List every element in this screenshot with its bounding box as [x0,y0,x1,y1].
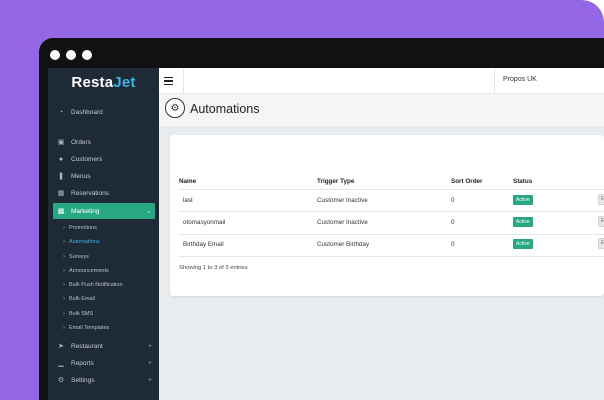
row-divider [178,234,604,235]
submenu-item-bulk-sms[interactable]: › Bulk SMS [63,308,93,320]
row-divider [178,211,604,212]
row-divider [178,256,604,257]
automations-card: Name Trigger Type Sort Order Status last… [170,135,604,296]
submenu-item-surveys[interactable]: › Surveys [63,251,89,263]
chevron-right-icon: › [63,296,65,302]
sidebar-item-label: Reservations [71,189,109,197]
cell-name: last [183,197,193,204]
sidebar-item-label: Menus [71,172,91,180]
edit-button[interactable]: E [598,216,604,227]
pagination-info: Showing 1 to 3 of 3 entries [179,265,248,271]
submenu-item-label: Bulk SMS [69,311,94,317]
brand-part-resta: Resta [71,73,114,91]
divider [183,68,184,94]
sidebar-item-reservations[interactable]: ▦ Reservations [48,185,159,201]
sidebar-item-label: Marketing [71,207,100,215]
sidebar-item-dashboard[interactable]: ◔ Dashboard [48,104,159,120]
column-header-trigger-type[interactable]: Trigger Type [317,178,354,185]
chevron-right-icon: › [63,325,65,331]
status-badge: Active [513,239,533,249]
sidebar-item-customers[interactable]: ● Customers [48,151,159,167]
window-dot [50,50,60,60]
calendar-icon: ▦ [57,190,65,197]
status-badge: Active [513,195,533,205]
plus-icon: + [147,376,152,384]
column-header-name[interactable]: Name [179,178,196,185]
submenu-item-label: Email Templates [69,325,110,331]
window-dot [66,50,76,60]
hamburger-menu-icon[interactable] [164,74,178,88]
column-header-sort-order[interactable]: Sort Order [451,178,483,185]
divider [494,68,495,94]
gear-icon: ⚙ [57,377,65,384]
chevron-right-icon: › [63,225,65,231]
submenu-item-label: Bulk Email [69,296,95,302]
brand-part-jet: Jet [113,73,136,91]
sidebar-item-settings[interactable]: ⚙ Settings + [48,372,159,388]
chevron-right-icon: › [63,282,65,288]
cutlery-icon: ❚ [58,173,64,180]
chevron-right-icon: › [63,268,65,274]
page-header: ⚙ Automations [159,94,604,126]
sidebar-item-orders[interactable]: ▣ Orders [48,134,159,150]
chevron-right-icon: › [63,311,65,317]
page-title: Automations [190,102,260,116]
sidebar-item-reports[interactable]: ▁ Reports + [48,355,159,371]
chevron-right-icon: › [63,239,65,245]
submenu-item-email-templates[interactable]: › Email Templates [63,322,109,334]
submenu-item-automations[interactable]: › Automations [63,236,100,248]
brand-logo[interactable]: Resta Jet [48,68,159,96]
cell-name: Birthday Email [183,241,224,248]
plus-icon: + [147,342,152,350]
dashboard-icon: ◔ [58,108,64,116]
users-icon: ● [58,155,64,163]
sidebar-item-label: Reports [71,359,94,367]
cell-trigger: Customer Inactive [317,197,368,204]
submenu-item-label: Surveys [69,254,89,260]
cogs-icon: ⚙ [165,98,185,118]
location-arrow-icon: ➤ [58,343,64,350]
cell-sort-order: 0 [451,197,455,204]
chevron-right-icon: › [63,254,65,260]
chevron-down-icon: ⌄ [146,208,152,215]
plus-icon: + [147,359,152,367]
cart-icon: ▣ [57,139,65,146]
sidebar-item-marketing[interactable]: ▩ Marketing ⌄ [53,203,155,219]
submenu-item-label: Automations [69,239,100,245]
column-header-status[interactable]: Status [513,178,532,185]
submenu-item-label: Bulk Push Notification [69,282,123,288]
sidebar-item-label: Restaurant [71,342,103,350]
cell-sort-order: 0 [451,241,455,248]
cell-trigger: Customer Birthday [317,241,370,248]
sidebar-item-restaurant[interactable]: ➤ Restaurant + [48,338,159,354]
submenu-item-announcements[interactable]: › Announcements [63,265,109,277]
edit-button[interactable]: E [598,238,604,249]
sidebar-item-label: Orders [71,138,91,146]
edit-button[interactable]: E [598,194,604,205]
sidebar: Resta Jet ◔ Dashboard ▣ Orders ● Customer… [48,68,159,400]
cell-trigger: Customer Inactive [317,219,368,226]
submenu-item-label: Promotions [69,225,97,231]
header-divider [178,189,604,190]
top-bar: Propos UK [159,68,604,94]
sidebar-item-label: Dashboard [71,108,103,116]
cell-sort-order: 0 [451,219,455,226]
submenu-item-bulk-push[interactable]: › Bulk Push Notification [63,279,123,291]
company-selector[interactable]: Propos UK [503,76,537,83]
submenu-item-promotions[interactable]: › Promotions [63,222,97,234]
bar-chart-icon: ▁ [58,360,64,367]
sidebar-item-menus[interactable]: ❚ Menus [48,168,159,184]
cell-name: otomasyonmail [183,219,226,226]
sidebar-item-label: Settings [71,376,95,384]
window-controls [50,50,92,60]
sidebar-item-label: Customers [71,155,103,163]
money-icon: ▩ [57,208,65,215]
window-dot [82,50,92,60]
submenu-item-label: Announcements [69,268,109,274]
submenu-item-bulk-email[interactable]: › Bulk Email [63,293,95,305]
status-badge: Active [513,217,533,227]
